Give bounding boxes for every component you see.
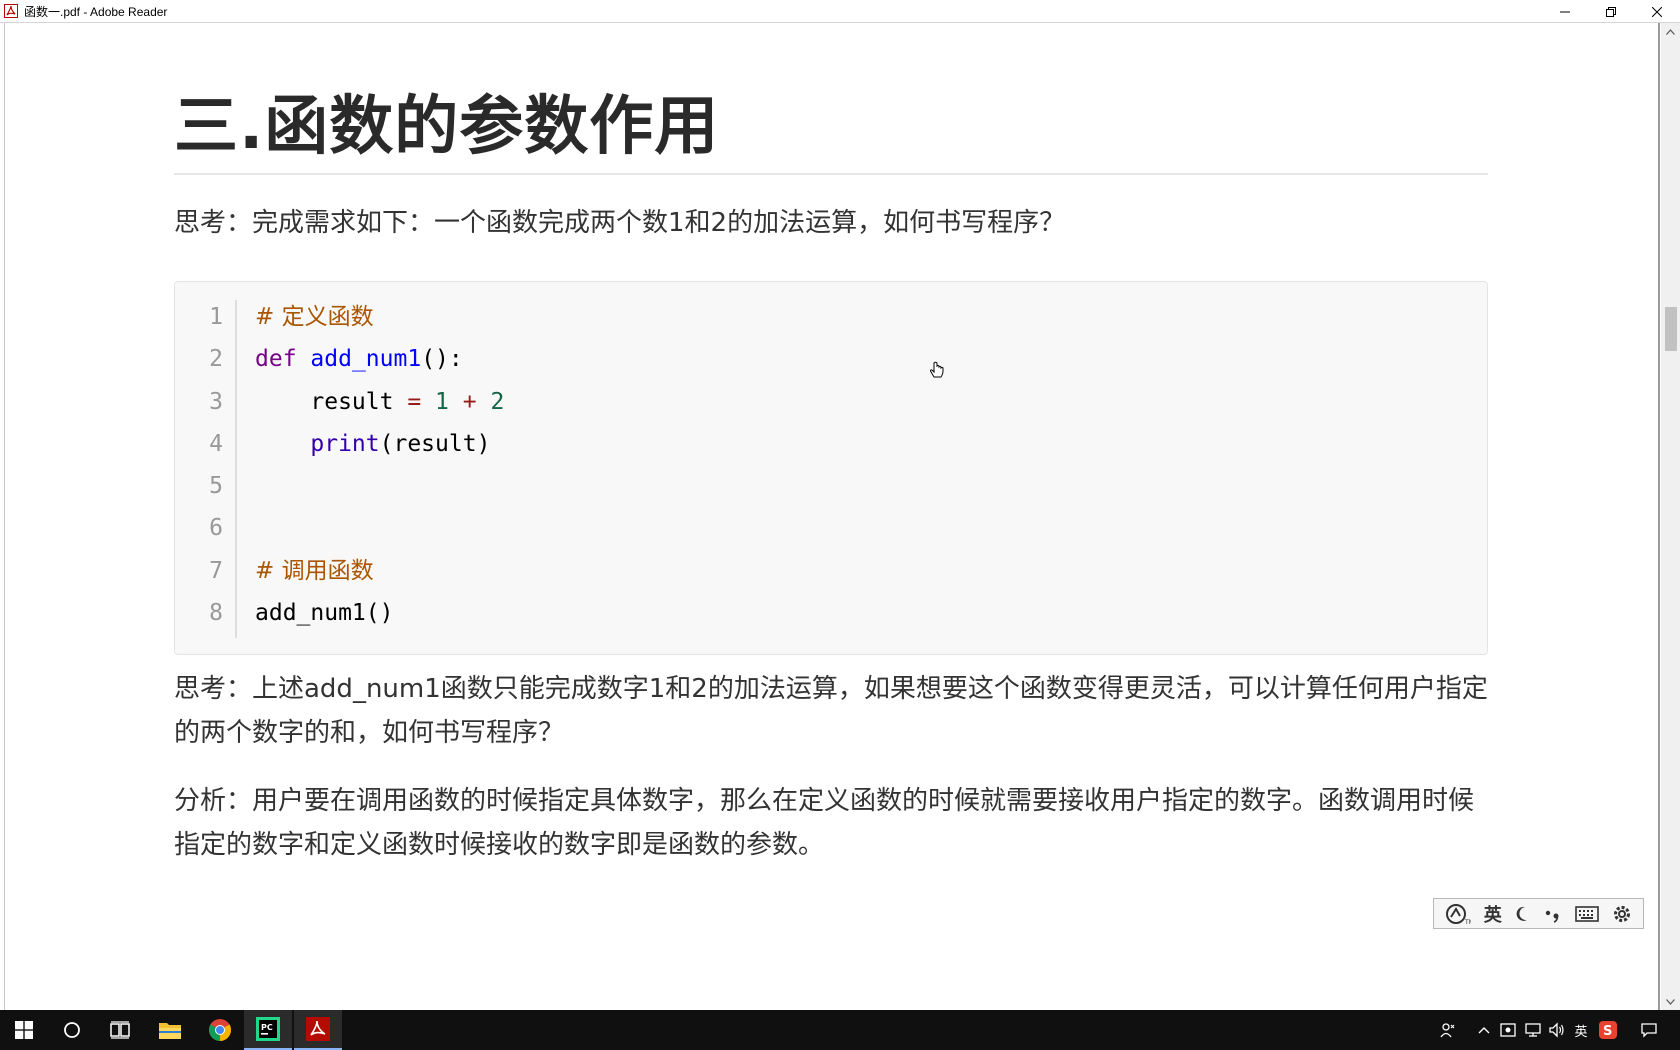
tray-input-language[interactable]: 英 xyxy=(1570,1010,1592,1050)
chrome-icon[interactable] xyxy=(196,1010,244,1050)
vertical-scrollbar[interactable] xyxy=(1661,23,1680,1010)
code-variable: result xyxy=(310,388,394,415)
line-number: 4 xyxy=(209,430,223,457)
half-width-moon-icon[interactable] xyxy=(1515,905,1531,923)
title-bar: 函数一.pdf - Adobe Reader xyxy=(0,0,1680,23)
settings-gear-icon[interactable] xyxy=(1612,904,1632,924)
restore-button[interactable] xyxy=(1588,0,1634,23)
people-icon[interactable] xyxy=(1436,1010,1460,1050)
task-view-icon[interactable] xyxy=(96,1010,144,1050)
code-line: add_num1() xyxy=(255,592,504,634)
gutter-divider xyxy=(235,300,237,638)
minimize-button[interactable] xyxy=(1542,0,1588,23)
window-title: 函数一.pdf - Adobe Reader xyxy=(24,4,168,19)
hand-cursor-icon xyxy=(929,361,945,385)
svg-text:S: S xyxy=(1603,1024,1612,1039)
action-center-icon[interactable] xyxy=(1634,1010,1664,1050)
scrollbar-thumb[interactable] xyxy=(1665,307,1677,351)
scroll-up-arrow-icon[interactable] xyxy=(1661,23,1680,40)
svg-text:PC: PC xyxy=(261,1023,273,1032)
keyboard-icon[interactable] xyxy=(1575,905,1600,922)
line-number: 8 xyxy=(209,600,223,627)
line-number: 7 xyxy=(209,557,223,584)
code-content: # 定义函数 def add_num1(): result = 1 + 2 pr… xyxy=(255,296,504,634)
ime-toolbar[interactable]: TM 英 xyxy=(1433,898,1644,929)
line-number: 2 xyxy=(209,346,223,373)
svg-text:TM: TM xyxy=(1464,919,1471,925)
heading-divider xyxy=(174,173,1488,175)
search-circle-icon[interactable] xyxy=(48,1010,96,1050)
code-call: add_num1() xyxy=(255,600,394,627)
code-punctuation: (result) xyxy=(379,430,491,457)
paragraph-question-2: 思考：上述add_num1函数只能完成数字1和2的加法运算，如果想要这个函数变得… xyxy=(174,674,1488,748)
code-number: 2 xyxy=(490,388,505,415)
network-icon[interactable] xyxy=(1522,1010,1544,1050)
volume-icon[interactable] xyxy=(1546,1010,1568,1050)
close-icon xyxy=(1652,6,1662,17)
tray-chevron-up-icon[interactable] xyxy=(1474,1010,1494,1050)
line-number: 6 xyxy=(209,515,223,542)
adobe-reader-app-icon[interactable] xyxy=(3,3,19,19)
code-line: # 调用函数 xyxy=(255,550,504,592)
code-builtin: print xyxy=(310,430,380,457)
line-number: 3 xyxy=(209,388,223,415)
line-number-gutter: 1 2 3 4 5 6 7 8 xyxy=(175,296,237,634)
page-border-left xyxy=(4,23,5,1010)
sogou-ime-icon[interactable]: S xyxy=(1596,1010,1620,1050)
code-function-name: add_num1 xyxy=(310,346,422,373)
pycharm-icon[interactable]: PC xyxy=(244,1010,292,1050)
paragraph-analysis: 分析：用户要在调用函数的时候指定具体数字，那么在定义函数的时候就需要接收用户指定… xyxy=(174,786,1475,860)
code-block: 1 2 3 4 5 6 7 8 # 定义函数 def add_num1(): r… xyxy=(174,281,1488,655)
line-number: 1 xyxy=(209,304,223,330)
code-line: result = 1 + 2 xyxy=(255,381,504,423)
code-operator: + xyxy=(448,388,491,415)
close-button[interactable] xyxy=(1634,0,1680,23)
adobe-reader-icon[interactable] xyxy=(294,1010,342,1050)
document-viewport[interactable]: 三.函数的参数作用 思考：完成需求如下：一个函数完成两个数1和2的加法运算，如何… xyxy=(0,23,1680,1010)
ime-logo-icon[interactable]: TM xyxy=(1445,903,1471,925)
code-line: print(result) xyxy=(255,423,504,465)
line-number: 5 xyxy=(209,473,223,500)
scroll-down-arrow-icon[interactable] xyxy=(1661,993,1680,1010)
minimize-icon xyxy=(1560,11,1570,12)
taskbar: PC 英 S xyxy=(0,1010,1680,1050)
code-operator: = xyxy=(393,388,436,415)
page-heading: 三.函数的参数作用 xyxy=(174,90,720,164)
code-comment: # 定义函数 xyxy=(255,304,374,330)
code-punctuation: (): xyxy=(421,346,463,373)
code-comment: # 调用函数 xyxy=(255,557,374,584)
windows-start-icon[interactable] xyxy=(0,1010,48,1050)
code-number: 1 xyxy=(435,388,449,415)
ime-mode-toggle[interactable]: 英 xyxy=(1484,901,1502,927)
code-line: # 定义函数 xyxy=(255,296,504,338)
code-line: def add_num1(): xyxy=(255,338,504,380)
page-border-right xyxy=(1658,23,1660,1010)
restore-icon xyxy=(1606,6,1616,17)
file-explorer-icon[interactable] xyxy=(146,1010,194,1050)
punctuation-icon[interactable] xyxy=(1544,905,1562,923)
tray-app-icon[interactable] xyxy=(1498,1010,1518,1050)
code-keyword: def xyxy=(255,346,297,373)
paragraph-question-1: 思考：完成需求如下：一个函数完成两个数1和2的加法运算，如何书写程序？ xyxy=(174,208,1066,238)
